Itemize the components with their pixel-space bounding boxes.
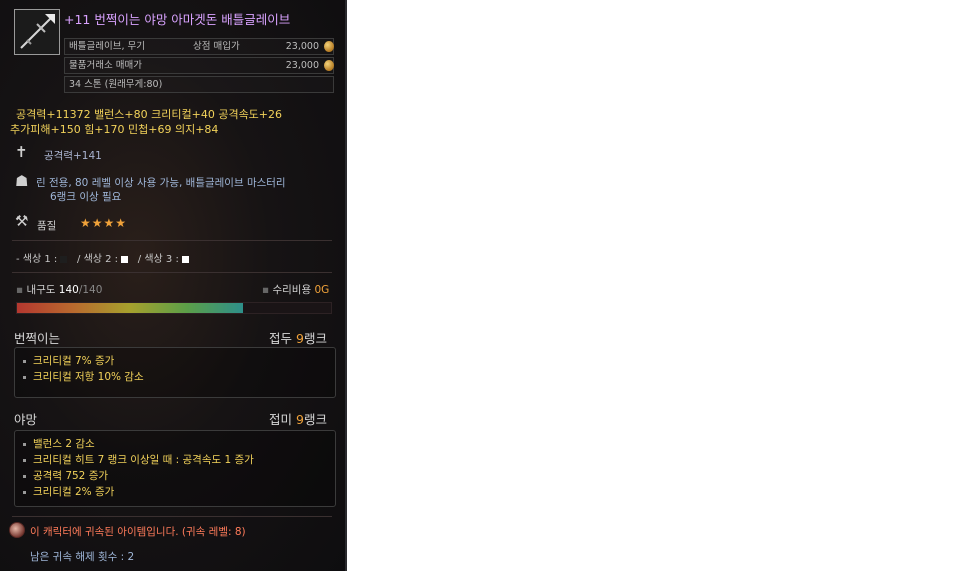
- shop-price-label: 상점 매입가: [193, 41, 240, 52]
- attack-icon: ✝: [15, 143, 28, 161]
- helmet-icon: ☗: [15, 172, 29, 190]
- durability: ▪ 내구도 140/140: [16, 284, 103, 296]
- divider: [12, 272, 332, 273]
- enchant-effect: 크리티컬 히트 7 랭크 이상일 때 : 공격속도 1 증가: [15, 452, 335, 468]
- enchant-effect: 크리티컬 2% 증가: [15, 484, 335, 500]
- enchant1-name: 번쩍이는: [14, 331, 61, 346]
- quality-label: 품질: [37, 220, 57, 232]
- requirement-text: 린 전용, 80 레벨 이상 사용 가능, 배틀글레이브 마스터리 6랭크 이상…: [36, 177, 286, 203]
- repair-cost: ▪ 수리비용 0G: [262, 284, 330, 296]
- gold-coin-icon: [324, 60, 334, 71]
- divider: [12, 240, 332, 241]
- dye-2-swatch: [121, 255, 129, 263]
- quality-icon: ⚒: [15, 212, 29, 230]
- item-weight: 34 스톤 (원래무게:80): [69, 79, 163, 90]
- dye-1-swatch: [60, 255, 68, 263]
- enchant-effect: 밸런스 2 감소: [15, 436, 335, 452]
- divider: [12, 516, 332, 517]
- enchant1-effects: 크리티컬 7% 증가 크리티컬 저항 10% 감소: [14, 347, 336, 398]
- item-type: 배틀글레이브, 무기: [69, 41, 145, 52]
- bound-notice: 이 캐릭터에 귀속된 아이템입니다. (귀속 레벨: 8): [30, 526, 246, 538]
- enchant-effect: 크리티컬 7% 증가: [15, 353, 335, 369]
- market-price-label: 물품거래소 매매가: [69, 60, 142, 71]
- enchant-effect: 공격력 752 증가: [15, 468, 335, 484]
- market-price: 23,000: [285, 60, 319, 71]
- dye-3-swatch: [182, 255, 190, 263]
- dye-colors: - 색상 1 : / 색상 2 : / 색상 3 :: [16, 250, 190, 265]
- bound-warning-icon: [9, 522, 25, 538]
- weight-row: 34 스톤 (원래무게:80): [64, 76, 334, 93]
- durability-bar-fill: [17, 303, 244, 313]
- quality-stars: ★★★★: [80, 216, 128, 230]
- enchant2-name: 야망: [14, 412, 38, 427]
- enchant2-rank: 접미 9랭크: [269, 412, 327, 427]
- weapon-icon: [14, 9, 60, 55]
- item-type-row: 배틀글레이브, 무기 상점 매입가 23,000: [64, 38, 334, 55]
- durability-bar: [16, 302, 332, 314]
- enchant1-rank: 접두 9랭크: [269, 331, 327, 346]
- market-row: 물품거래소 매매가 23,000: [64, 57, 334, 74]
- remaining-unbind: 남은 귀속 해제 횟수 : 2: [30, 551, 135, 563]
- shop-price: 23,000: [285, 41, 319, 52]
- item-title: +11 번쩍이는 야망 아마겟돈 배틀글레이브: [64, 12, 291, 27]
- stats-line-1: 공격력+11372 밸런스+80 크리티컬+40 공격속도+26: [16, 108, 283, 121]
- gold-coin-icon: [324, 41, 334, 52]
- enchant2-effects: 밸런스 2 감소 크리티컬 히트 7 랭크 이상일 때 : 공격속도 1 증가 …: [14, 430, 336, 507]
- attack-bonus: 공격력+141: [44, 150, 102, 162]
- stats-line-2: 추가피해+150 힘+170 민첩+69 의지+84: [10, 123, 219, 136]
- item-tooltip: +11 번쩍이는 야망 아마겟돈 배틀글레이브 배틀글레이브, 무기 상점 매입…: [0, 0, 347, 571]
- enchant-effect: 크리티컬 저항 10% 감소: [15, 369, 335, 385]
